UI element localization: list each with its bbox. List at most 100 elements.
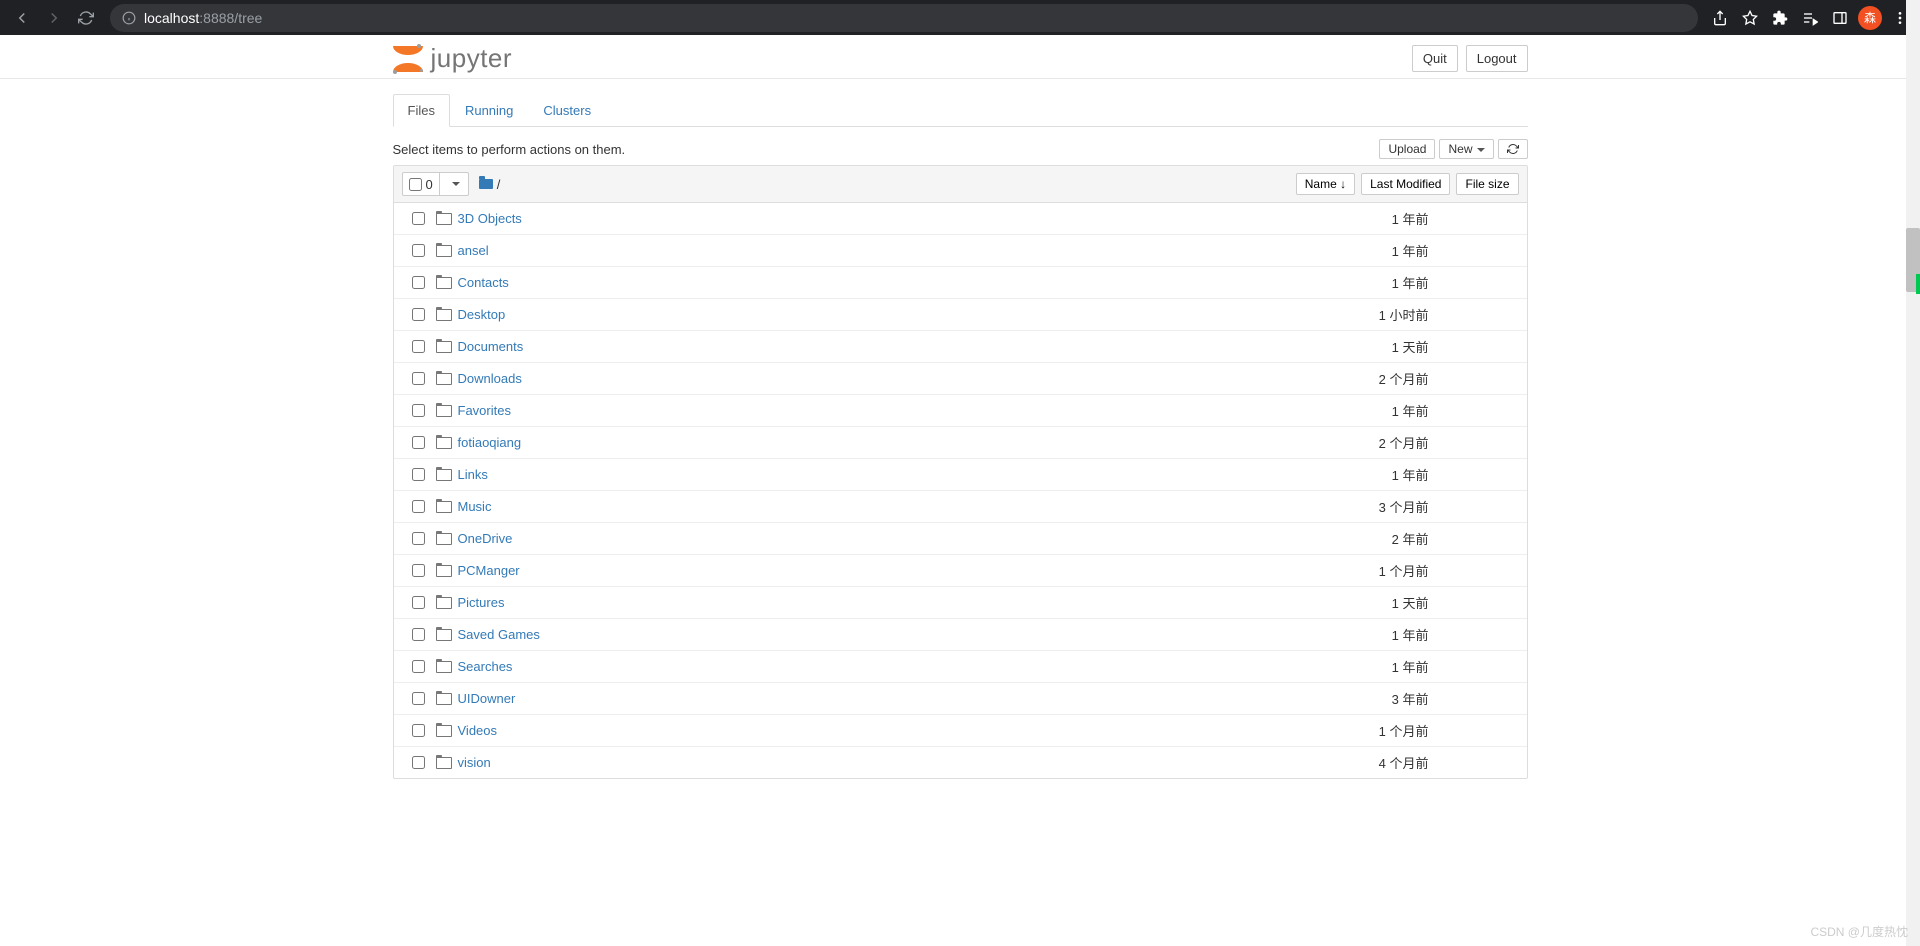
row-checkbox[interactable] [412,468,425,481]
item-modified: 2 个月前 [1299,433,1449,452]
item-modified: 2 年前 [1299,529,1449,548]
select-dropdown[interactable] [439,173,468,195]
item-modified: 3 个月前 [1299,497,1449,516]
sort-size-button[interactable]: File size [1456,173,1518,195]
row-checkbox[interactable] [412,372,425,385]
row-checkbox[interactable] [412,724,425,737]
site-info-icon[interactable] [122,11,136,25]
reload-button[interactable] [72,4,100,32]
tab-clusters[interactable]: Clusters [528,94,606,127]
table-row: OneDrive2 年前 [394,523,1527,555]
item-link[interactable]: 3D Objects [454,211,1299,226]
item-link[interactable]: Searches [454,659,1299,674]
table-row: fotiaoqiang2 个月前 [394,427,1527,459]
table-row: Music3 个月前 [394,491,1527,523]
selected-count: 0 [426,177,433,192]
folder-icon [479,179,493,189]
extensions-icon[interactable] [1768,6,1792,30]
item-link[interactable]: Pictures [454,595,1299,610]
new-dropdown[interactable]: New [1439,139,1493,159]
upload-button[interactable]: Upload [1379,139,1435,159]
row-checkbox[interactable] [412,532,425,545]
sort-name-button[interactable]: Name ↓ [1296,173,1355,195]
folder-icon [436,243,454,258]
row-checkbox[interactable] [412,660,425,673]
back-button[interactable] [8,4,36,32]
logout-button[interactable]: Logout [1466,45,1528,72]
item-link[interactable]: Downloads [454,371,1299,386]
tab-files[interactable]: Files [393,94,450,127]
table-row: PCManger1 个月前 [394,555,1527,587]
row-checkbox[interactable] [412,564,425,577]
row-checkbox[interactable] [412,500,425,513]
row-checkbox[interactable] [412,276,425,289]
scrollbar[interactable] [1906,0,1920,946]
select-all-checkbox[interactable] [409,178,422,191]
quit-button[interactable]: Quit [1412,45,1458,72]
item-modified: 1 天前 [1299,593,1449,612]
table-row: vision4 个月前 [394,747,1527,778]
row-checkbox[interactable] [412,212,425,225]
item-link[interactable]: vision [454,755,1299,770]
url-text: localhost:8888/tree [144,10,262,26]
share-icon[interactable] [1708,6,1732,30]
item-modified: 3 年前 [1299,689,1449,708]
item-link[interactable]: Links [454,467,1299,482]
jupyter-mark-icon [393,44,423,74]
item-link[interactable]: fotiaoqiang [454,435,1299,450]
item-modified: 1 天前 [1299,337,1449,356]
item-link[interactable]: UIDowner [454,691,1299,706]
table-row: Saved Games1 年前 [394,619,1527,651]
row-checkbox[interactable] [412,244,425,257]
select-all-control[interactable]: 0 [402,172,469,196]
row-checkbox[interactable] [412,404,425,417]
folder-icon [436,211,454,226]
sort-modified-button[interactable]: Last Modified [1361,173,1450,195]
folder-icon [436,403,454,418]
row-checkbox[interactable] [412,628,425,641]
new-label: New [1448,142,1472,156]
row-checkbox[interactable] [412,596,425,609]
folder-icon [436,499,454,514]
table-row: Favorites1 年前 [394,395,1527,427]
bookmark-star-icon[interactable] [1738,6,1762,30]
list-header: 0 / Name ↓ Last Modified File size [394,166,1527,203]
jupyter-logo[interactable]: jupyter [393,43,513,74]
item-modified: 1 年前 [1299,657,1449,676]
item-link[interactable]: Saved Games [454,627,1299,642]
item-link[interactable]: PCManger [454,563,1299,578]
table-row: Searches1 年前 [394,651,1527,683]
item-modified: 4 个月前 [1299,753,1449,772]
row-checkbox[interactable] [412,756,425,769]
item-modified: 1 小时前 [1299,305,1449,324]
item-modified: 1 年前 [1299,465,1449,484]
folder-icon [436,595,454,610]
breadcrumb-root: / [497,177,501,192]
chevron-down-icon [1477,148,1485,152]
item-modified: 1 年前 [1299,209,1449,228]
folder-icon [436,723,454,738]
item-link[interactable]: ansel [454,243,1299,258]
panel-icon[interactable] [1828,6,1852,30]
table-row: Contacts1 年前 [394,267,1527,299]
tabs: FilesRunningClusters [393,93,1528,127]
row-checkbox[interactable] [412,692,425,705]
address-bar[interactable]: localhost:8888/tree [110,4,1698,32]
profile-avatar[interactable]: 森 [1858,6,1882,30]
item-link[interactable]: Documents [454,339,1299,354]
breadcrumb[interactable]: / [479,177,501,192]
refresh-button[interactable] [1498,139,1528,159]
tab-running[interactable]: Running [450,94,528,127]
item-link[interactable]: Desktop [454,307,1299,322]
item-link[interactable]: OneDrive [454,531,1299,546]
forward-button[interactable] [40,4,68,32]
row-checkbox[interactable] [412,436,425,449]
playlist-icon[interactable] [1798,6,1822,30]
row-checkbox[interactable] [412,340,425,353]
item-link[interactable]: Contacts [454,275,1299,290]
row-checkbox[interactable] [412,308,425,321]
item-link[interactable]: Videos [454,723,1299,738]
item-link[interactable]: Favorites [454,403,1299,418]
folder-icon [436,435,454,450]
item-link[interactable]: Music [454,499,1299,514]
